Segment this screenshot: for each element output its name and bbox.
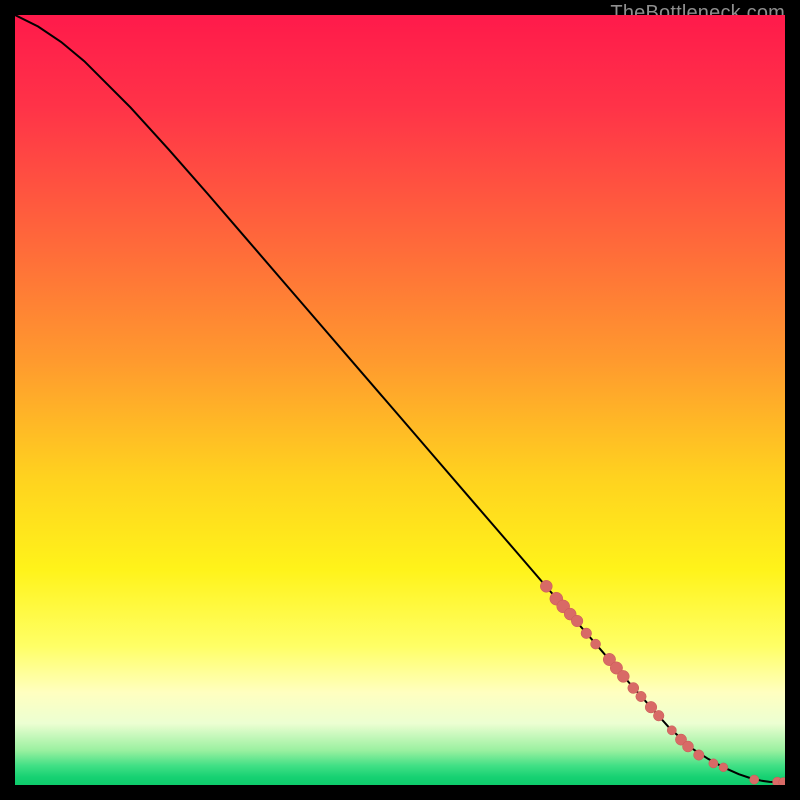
data-marker <box>591 639 601 649</box>
data-marker <box>645 701 657 713</box>
data-marker <box>653 710 664 721</box>
data-marker <box>709 759 718 768</box>
gradient-background <box>15 15 785 785</box>
data-marker <box>617 670 629 682</box>
data-marker <box>667 726 676 735</box>
data-marker <box>694 750 704 760</box>
data-marker <box>750 775 759 784</box>
chart-frame: TheBottleneck.com <box>15 15 785 785</box>
data-marker <box>719 763 728 772</box>
chart-svg <box>15 15 785 785</box>
data-marker <box>628 683 639 694</box>
data-marker <box>636 691 646 701</box>
data-marker <box>571 615 583 627</box>
data-marker <box>581 628 592 639</box>
data-marker <box>683 741 694 752</box>
data-marker <box>540 580 552 592</box>
